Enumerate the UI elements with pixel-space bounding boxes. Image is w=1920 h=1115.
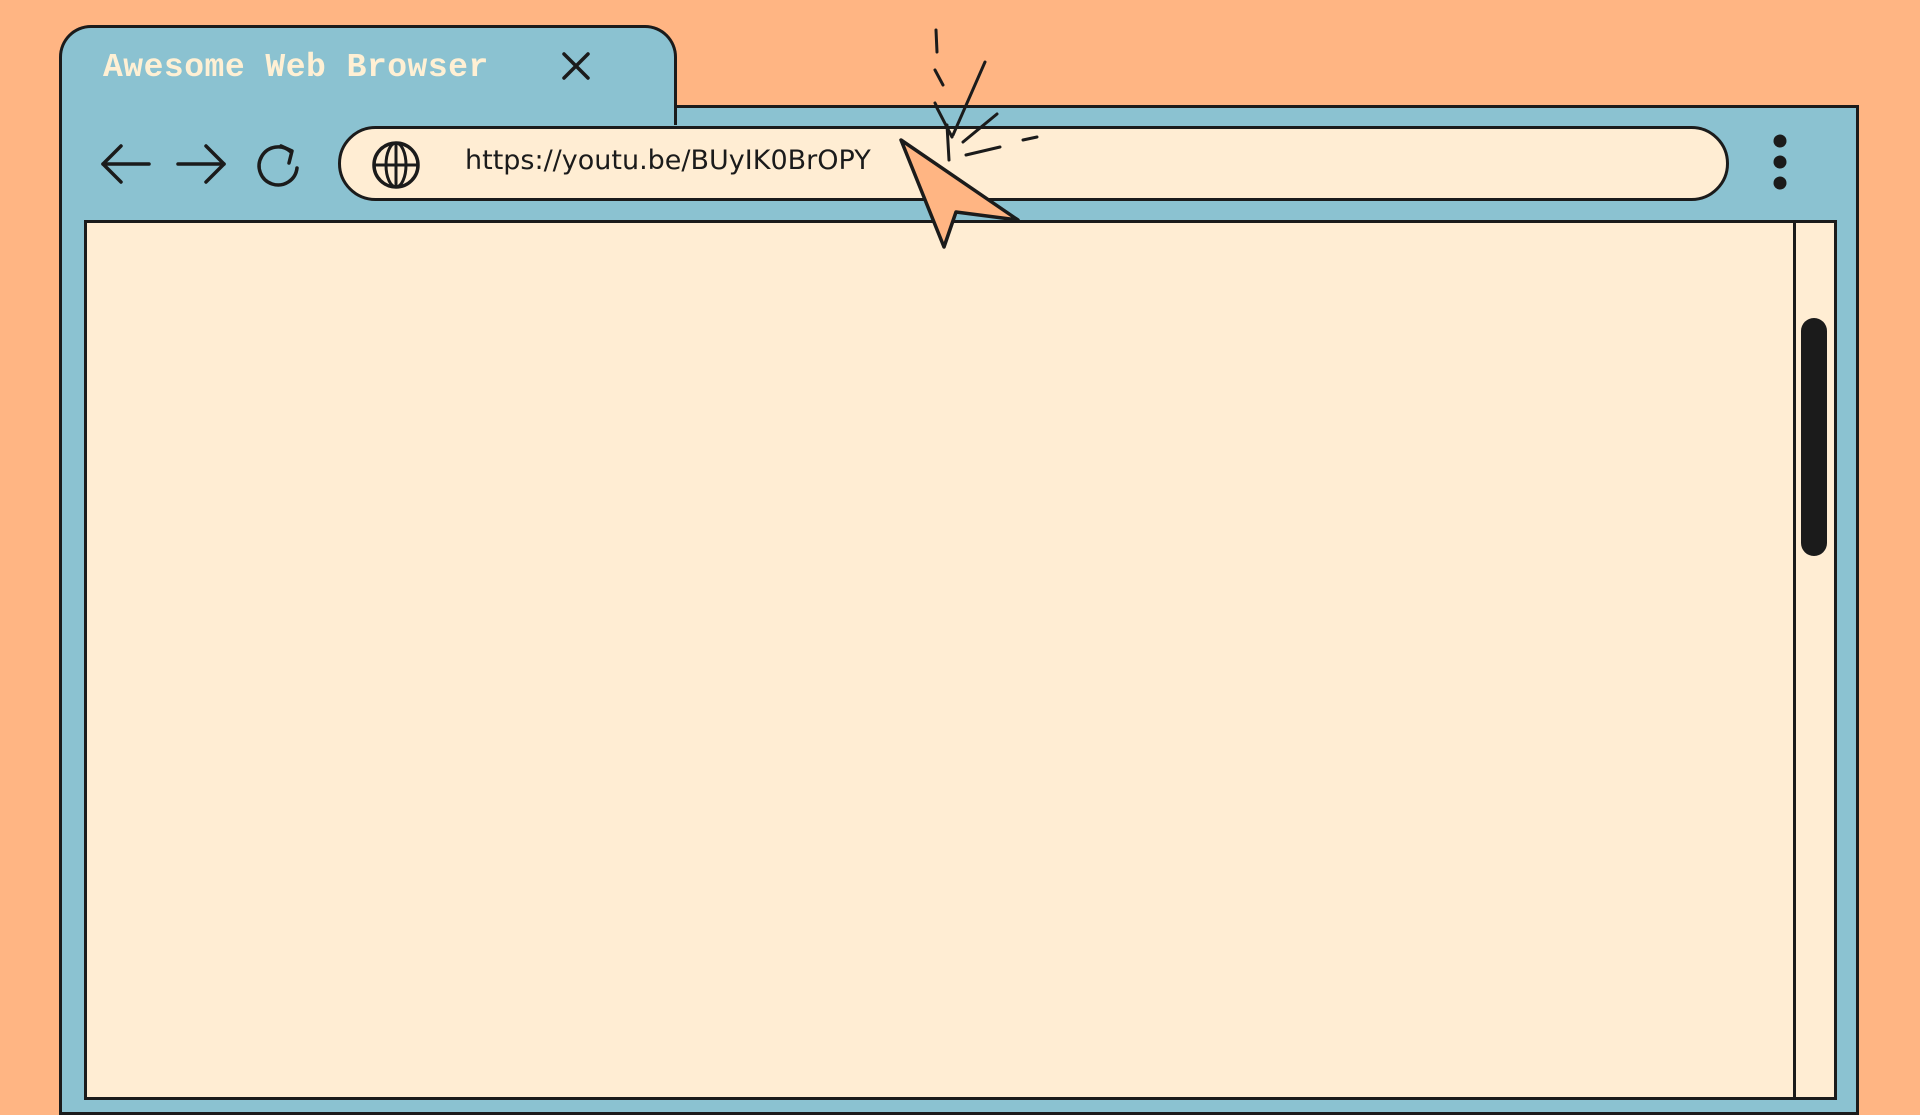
vertical-dots-icon: [1773, 134, 1787, 190]
address-bar[interactable]: https://youtu.be/BUyIK0BrOPY: [338, 126, 1729, 201]
globe-icon: [372, 141, 420, 189]
back-button[interactable]: [97, 138, 153, 190]
scrollbar-divider: [1793, 220, 1796, 1100]
tab-join: [62, 105, 674, 111]
close-tab-button[interactable]: [556, 46, 596, 86]
back-arrow-icon: [101, 144, 151, 184]
scrollbar-thumb[interactable]: [1801, 318, 1827, 556]
burst-line: [934, 28, 939, 54]
forward-arrow-icon: [176, 144, 226, 184]
url-text[interactable]: https://youtu.be/BUyIK0BrOPY: [465, 145, 871, 176]
page-viewport[interactable]: [84, 220, 1837, 1100]
forward-button[interactable]: [174, 138, 230, 190]
tab-title: Awesome Web Browser: [103, 49, 489, 86]
desktop-background: Awesome Web Browser https://youtu.be/BUy…: [0, 0, 1920, 1115]
reload-icon: [257, 144, 299, 187]
reload-button[interactable]: [251, 138, 307, 190]
burst-line: [933, 68, 945, 87]
close-icon: [562, 52, 590, 80]
menu-button[interactable]: [1762, 128, 1798, 200]
